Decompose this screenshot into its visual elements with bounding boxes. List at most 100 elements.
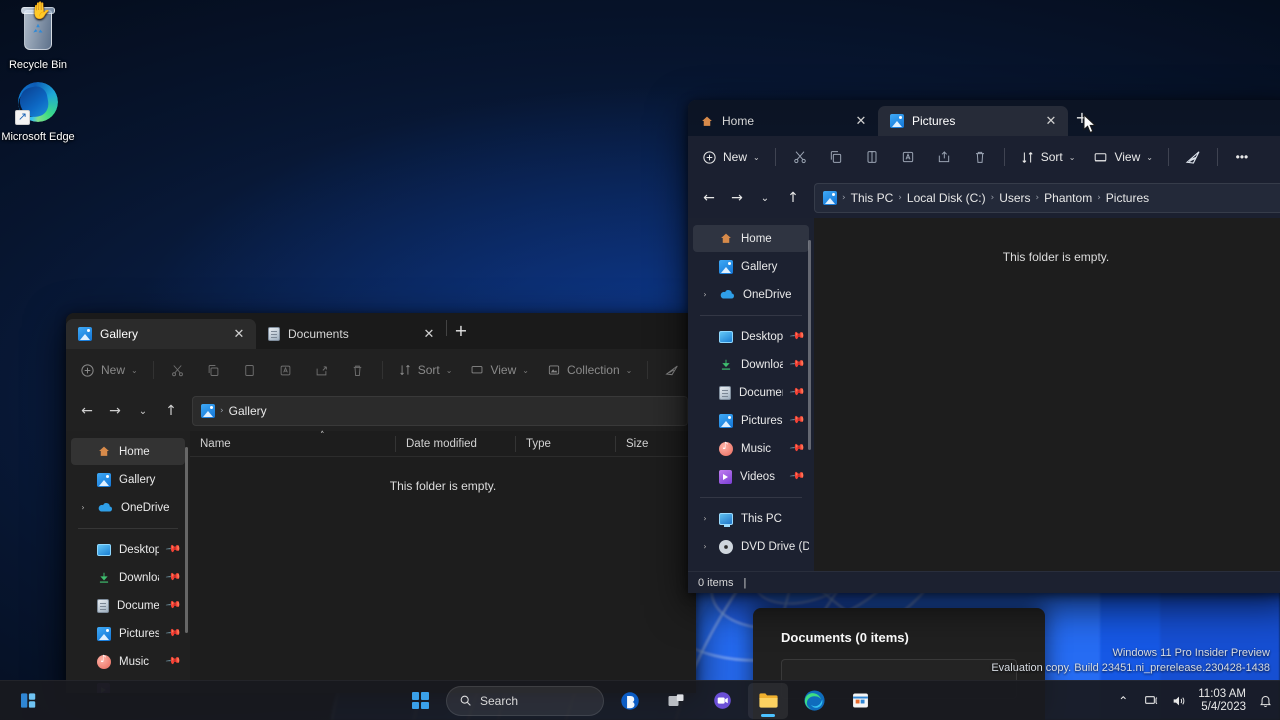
column-header-type[interactable]: Type	[515, 435, 615, 452]
recent-locations-button[interactable]: ⌄	[130, 397, 156, 425]
tab-documents[interactable]: Documents ✕	[256, 319, 446, 349]
pin-icon[interactable]: 📌	[788, 328, 805, 344]
sidebar-item-music[interactable]: › Music 📌	[71, 648, 185, 675]
taskbar-left-group[interactable]	[8, 683, 48, 719]
up-button[interactable]: ↑	[780, 184, 806, 212]
pictures-navigation-pane[interactable]: › Home › Gallery › OneDrive	[688, 218, 814, 571]
column-header-date-modified[interactable]: Date modified	[395, 435, 515, 452]
column-header-size[interactable]: Size	[615, 435, 675, 452]
sidebar-item-onedrive[interactable]: › OneDrive	[71, 494, 185, 521]
filter-button[interactable]	[1176, 142, 1210, 172]
cut-button[interactable]	[161, 355, 195, 385]
sidebar-scrollbar[interactable]	[185, 447, 188, 633]
collection-button[interactable]: Collection ⌄	[539, 355, 640, 385]
breadcrumb-item-this-pc[interactable]: This PC	[851, 191, 894, 205]
sidebar-item-gallery[interactable]: › Gallery	[71, 466, 185, 493]
view-button[interactable]: View ⌄	[1085, 142, 1161, 172]
search-taskbar-input[interactable]: Search	[446, 685, 604, 716]
new-tab-button[interactable]: +	[447, 316, 475, 344]
view-button[interactable]: View ⌄	[462, 355, 537, 385]
breadcrumb-item[interactable]: Gallery	[229, 404, 267, 418]
pin-icon[interactable]: 📌	[164, 569, 181, 585]
network-button[interactable]	[1142, 692, 1160, 710]
sidebar-item-gallery[interactable]: › Gallery	[693, 253, 809, 280]
share-button[interactable]	[305, 355, 339, 385]
see-more-button[interactable]: •••	[1225, 142, 1259, 172]
chevron-right-icon[interactable]: ›	[699, 542, 711, 551]
sidebar-item-documents[interactable]: › Documents 📌	[71, 592, 185, 619]
tab-close-button[interactable]: ✕	[1040, 110, 1062, 132]
back-button[interactable]: ←	[696, 184, 722, 212]
gallery-toolbar[interactable]: New ⌄ Sort ⌄ View ⌄ Collection ⌄	[66, 349, 696, 391]
pictures-titlebar[interactable]: Home ✕ Pictures ✕ +	[688, 100, 1280, 136]
desktop-icon-microsoft-edge[interactable]: ↗ Microsoft Edge	[0, 78, 76, 144]
recent-locations-button[interactable]: ⌄	[752, 184, 778, 212]
taskbar-center-group[interactable]: Search	[400, 682, 880, 719]
gallery-titlebar[interactable]: Gallery ✕ Documents ✕ +	[66, 313, 696, 349]
pictures-toolbar[interactable]: New ⌄ Sort ⌄ View ⌄ •••	[688, 136, 1280, 178]
forward-button[interactable]: →	[724, 184, 750, 212]
pin-icon[interactable]: 📌	[164, 625, 181, 641]
column-header-row[interactable]: Name Date modified Type Size ˄	[190, 431, 696, 457]
column-header-name[interactable]: Name	[190, 436, 395, 452]
delete-button[interactable]	[341, 355, 375, 385]
sidebar-item-home[interactable]: › Home	[693, 225, 809, 252]
rename-button[interactable]	[891, 142, 925, 172]
sort-button[interactable]: Sort ⌄	[1012, 142, 1084, 172]
pin-icon[interactable]: 📌	[788, 440, 805, 456]
microsoft-edge-button[interactable]	[794, 683, 834, 719]
tab-close-button[interactable]: ✕	[228, 323, 250, 345]
pictures-address-row[interactable]: ← → ⌄ ↑ › This PC › Local Disk (C:) › Us…	[688, 178, 1280, 218]
tab-gallery[interactable]: Gallery ✕	[66, 319, 256, 349]
gallery-navigation-pane[interactable]: › Home › Gallery › OneDrive	[66, 431, 190, 693]
paste-button[interactable]	[855, 142, 889, 172]
breadcrumb-item-phantom[interactable]: Phantom	[1044, 191, 1092, 205]
notification-center-button[interactable]	[1256, 692, 1274, 710]
pictures-content-area[interactable]: This folder is empty.	[814, 218, 1280, 571]
desktop-icon-recycle-bin[interactable]: ✋ Recycle Bin	[0, 2, 76, 72]
cut-button[interactable]	[783, 142, 817, 172]
volume-button[interactable]	[1170, 692, 1188, 710]
sidebar-item-desktop[interactable]: › Desktop 📌	[693, 323, 809, 350]
delete-button[interactable]	[963, 142, 997, 172]
chevron-right-icon[interactable]: ›	[77, 503, 89, 512]
tab-close-button[interactable]: ✕	[418, 323, 440, 345]
pin-icon[interactable]: 📌	[788, 412, 805, 428]
forward-button[interactable]: →	[102, 397, 128, 425]
tab-home[interactable]: Home ✕	[688, 106, 878, 136]
sidebar-item-pictures[interactable]: › Pictures 📌	[71, 620, 185, 647]
copy-button[interactable]	[197, 355, 231, 385]
sort-button[interactable]: Sort ⌄	[390, 355, 461, 385]
sidebar-item-downloads[interactable]: › Downloads 📌	[71, 564, 185, 591]
chevron-right-icon[interactable]: ›	[699, 290, 711, 299]
pin-icon[interactable]: 📌	[164, 653, 181, 669]
tab-pictures[interactable]: Pictures ✕	[878, 106, 1068, 136]
rename-button[interactable]	[269, 355, 303, 385]
widgets-button[interactable]	[8, 683, 48, 719]
sidebar-item-documents[interactable]: › Documents 📌	[693, 379, 809, 406]
taskbar-system-tray[interactable]: ⌃ 11:03 AM 5/4/2023	[1114, 688, 1274, 714]
sidebar-item-dvd-drive[interactable]: › DVD Drive (D:) \	[693, 533, 809, 560]
paste-button[interactable]	[233, 355, 267, 385]
breadcrumb[interactable]: › Gallery	[192, 396, 688, 426]
clock[interactable]: 11:03 AM 5/4/2023	[1198, 688, 1246, 714]
pin-icon[interactable]: 📌	[788, 384, 805, 400]
sidebar-item-videos[interactable]: › Videos 📌	[693, 463, 809, 490]
pin-icon[interactable]: 📌	[788, 356, 805, 372]
pictures-explorer-window[interactable]: Home ✕ Pictures ✕ + New ⌄ Sort ⌄ View ⌄ …	[688, 100, 1280, 593]
show-hidden-icons-button[interactable]: ⌃	[1114, 692, 1132, 710]
gallery-content-area[interactable]: Name Date modified Type Size ˄ This fold…	[190, 431, 696, 693]
taskbar[interactable]: Search ⌃ 11:03 AM 5/4/2023	[0, 680, 1280, 720]
new-button[interactable]: New ⌄	[694, 142, 768, 172]
sidebar-item-downloads[interactable]: › Downloads 📌	[693, 351, 809, 378]
file-explorer-button[interactable]	[748, 682, 788, 719]
breadcrumb-item-pictures[interactable]: Pictures	[1106, 191, 1149, 205]
sidebar-item-music[interactable]: › Music 📌	[693, 435, 809, 462]
sidebar-item-this-pc[interactable]: › This PC	[693, 505, 809, 532]
chevron-right-icon[interactable]: ›	[699, 514, 711, 523]
task-view-button[interactable]	[656, 683, 696, 719]
sidebar-item-pictures[interactable]: › Pictures 📌	[693, 407, 809, 434]
breadcrumb[interactable]: › This PC › Local Disk (C:) › Users › Ph…	[814, 183, 1280, 213]
pin-icon[interactable]: 📌	[164, 541, 181, 557]
breadcrumb-item-local-disk[interactable]: Local Disk (C:)	[907, 191, 986, 205]
